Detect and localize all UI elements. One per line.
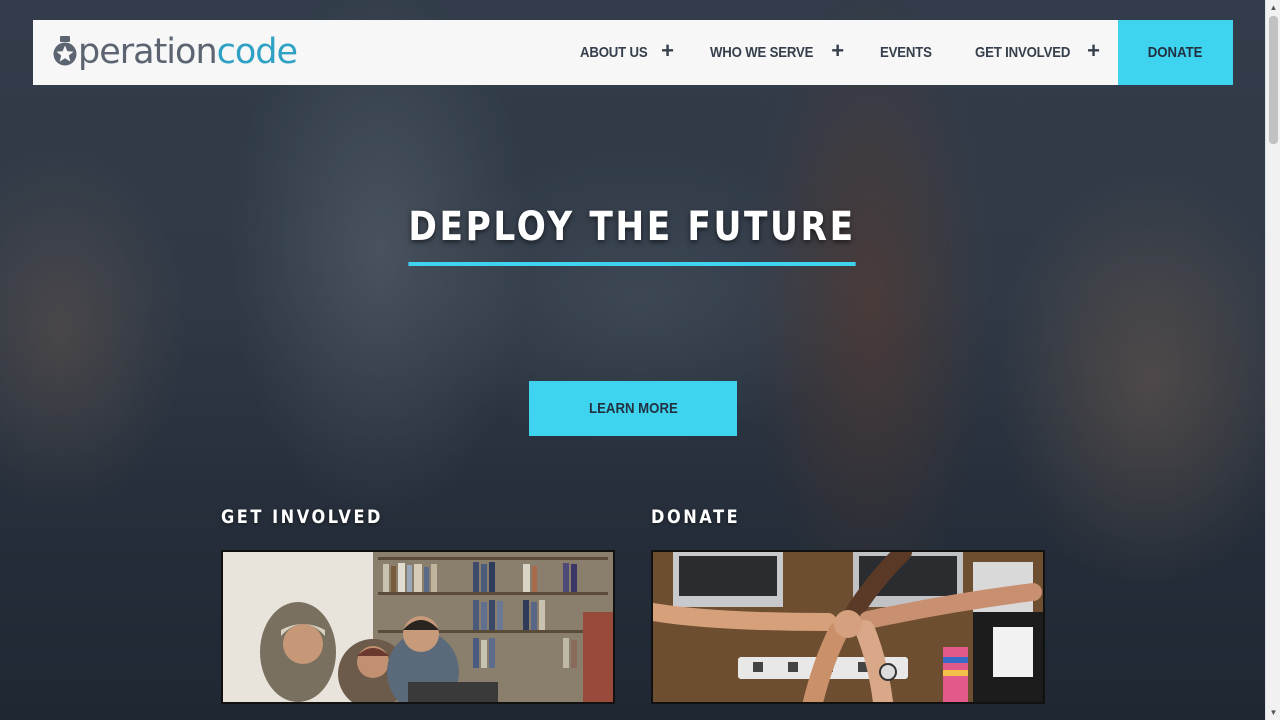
nav-item-get-involved[interactable]: GET INVOLVED + [957,20,1118,85]
nav-label: EVENTS [880,44,932,61]
hero-title-wrapper: DEPLOY THE FUTURE [0,204,1265,266]
scroll-up-arrow-icon[interactable]: ▲ [1266,0,1280,15]
nav-item-events[interactable]: EVENTS [862,20,957,85]
logo-wordmark: perationcode [78,32,298,72]
plus-icon[interactable]: + [661,39,674,62]
team-fist-bump-illustration [653,552,1043,702]
learn-more-button[interactable]: LEARN MORE [529,381,737,436]
group-at-laptop-illustration [223,552,613,702]
learn-more-label: LEARN MORE [588,400,678,417]
donate-button-label: DONATE [1148,44,1203,61]
donate-heading: DONATE [651,506,741,528]
nav-label: ABOUT US [580,44,648,61]
nav-item-who-we-serve[interactable]: WHO WE SERVE + [692,20,862,85]
get-involved-image[interactable] [221,550,615,704]
nav-label: WHO WE SERVE [709,44,814,61]
main-navigation: ABOUT US + WHO WE SERVE + EVENTS GET INV… [562,20,1233,85]
plus-icon[interactable]: + [831,39,844,62]
hero-background [0,0,1265,720]
operation-code-logo[interactable]: perationcode [53,20,298,85]
get-involved-heading: GET INVOLVED [221,506,384,528]
scrollbar-thumb[interactable] [1269,16,1278,144]
site-header: perationcode ABOUT US + WHO WE SERVE + E… [33,20,1233,85]
donate-button[interactable]: DONATE [1118,20,1233,85]
logo-star-medal-icon [53,35,77,65]
scroll-down-arrow-icon[interactable]: ▼ [1266,705,1280,720]
hero-title: DEPLOY THE FUTURE [408,204,857,266]
donate-image[interactable] [651,550,1045,704]
nav-label: GET INVOLVED [974,44,1071,61]
page-scrollbar[interactable]: ▲ ▼ [1265,0,1280,720]
plus-icon[interactable]: + [1087,39,1100,62]
nav-item-about-us[interactable]: ABOUT US + [562,20,692,85]
